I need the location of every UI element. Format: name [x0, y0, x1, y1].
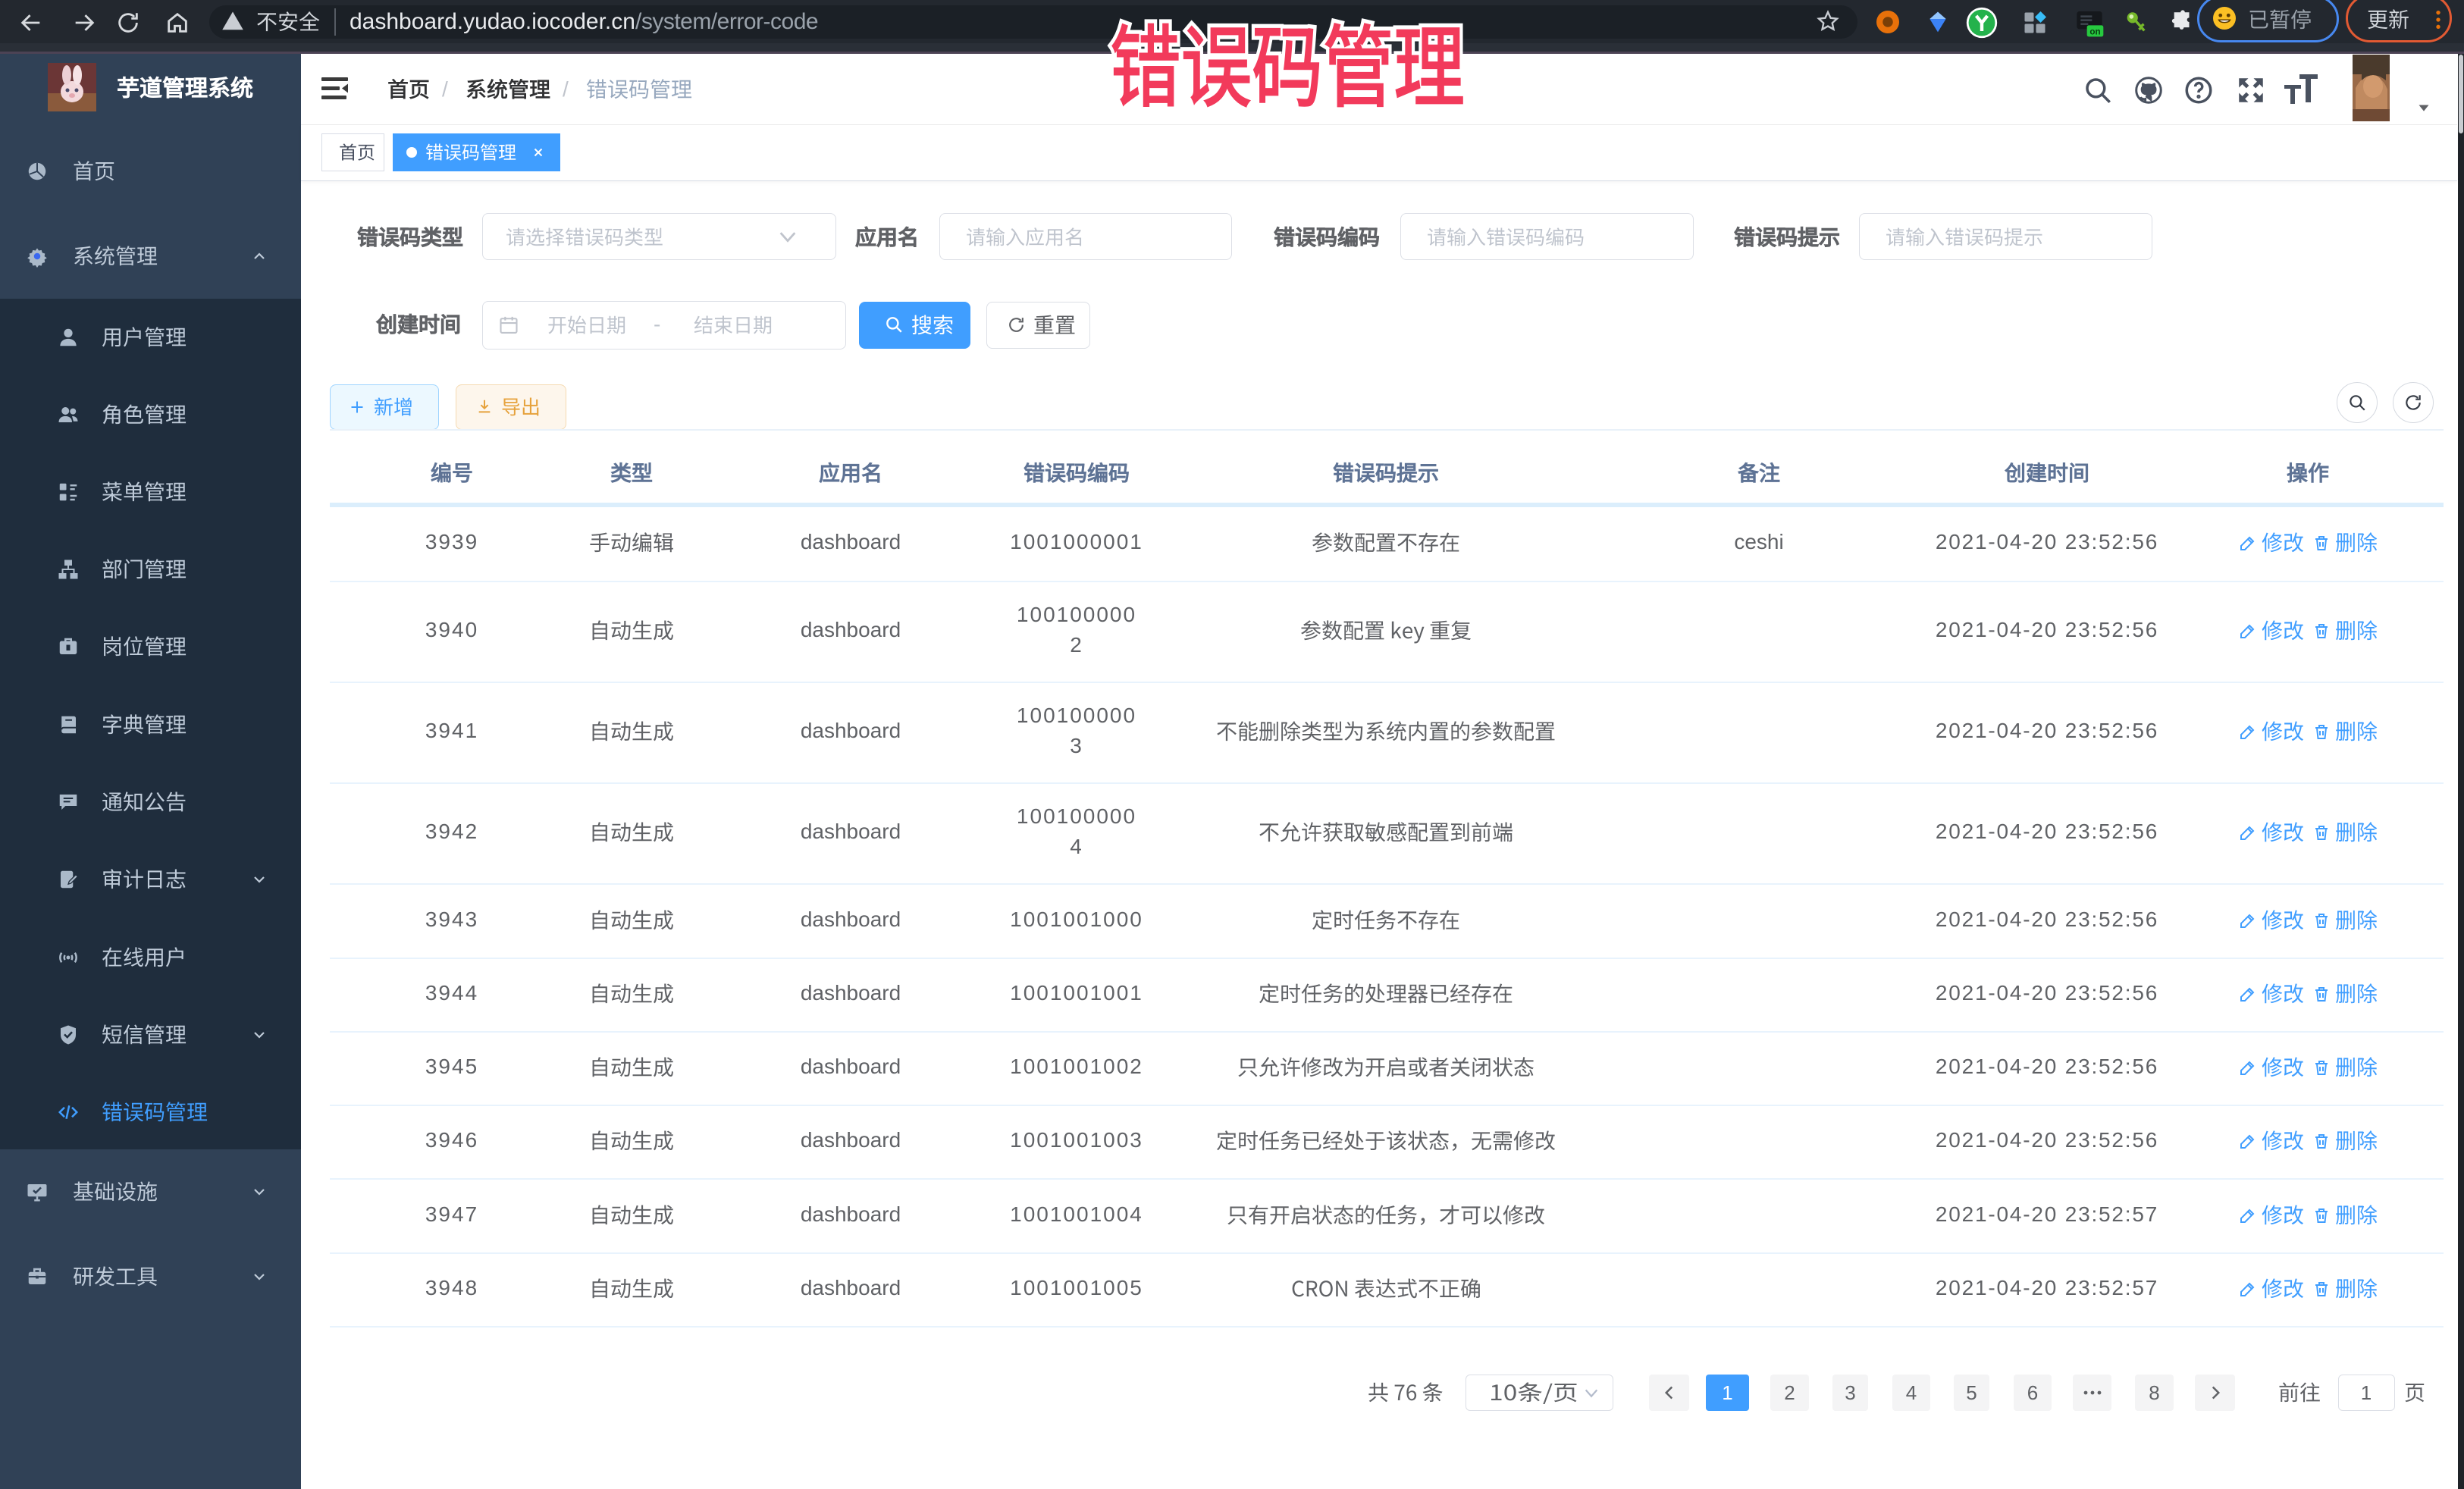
svg-text:on: on — [2089, 27, 2100, 36]
